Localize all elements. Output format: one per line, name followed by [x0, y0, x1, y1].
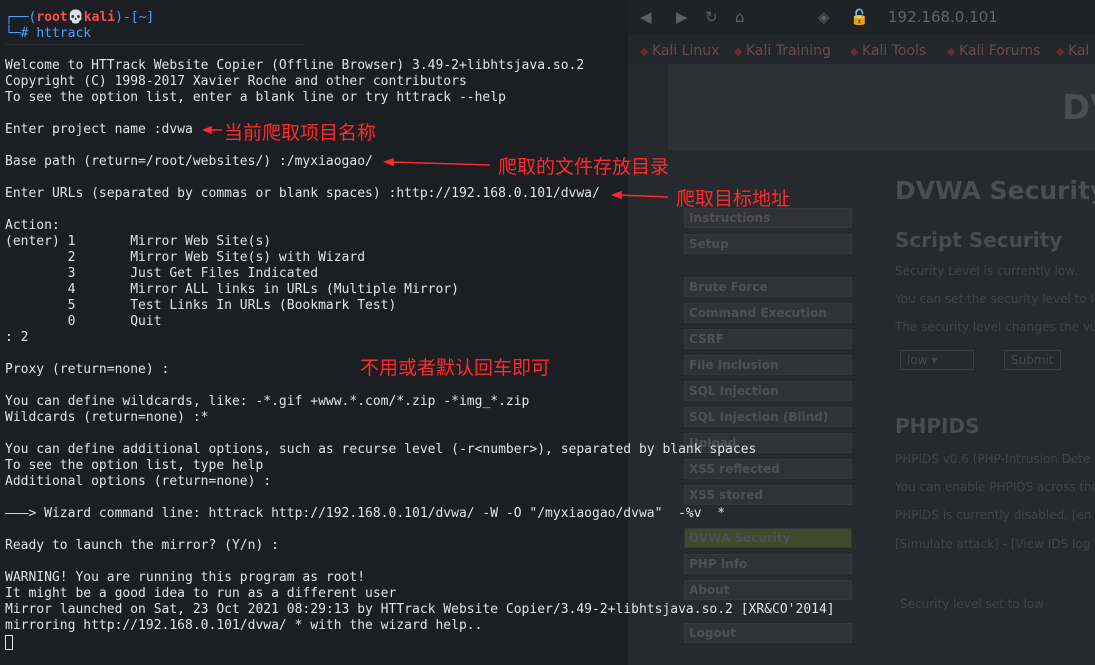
- arrowhead-target-url: [610, 190, 622, 200]
- annotation-save-dir: 爬取的文件存放目录: [498, 156, 670, 178]
- annotation-project-name: 当前爬取项目名称: [224, 122, 377, 144]
- arrow-save-dir: [389, 161, 491, 166]
- arrowhead-project-name: [202, 125, 212, 135]
- annotation-target-url: 爬取目标地址: [676, 188, 791, 210]
- arrowhead-save-dir: [382, 157, 394, 167]
- annotation-arrows: [202, 125, 669, 200]
- arrow-target-url: [617, 194, 669, 198]
- annotation-default-enter: 不用或者默认回车即可: [360, 357, 551, 379]
